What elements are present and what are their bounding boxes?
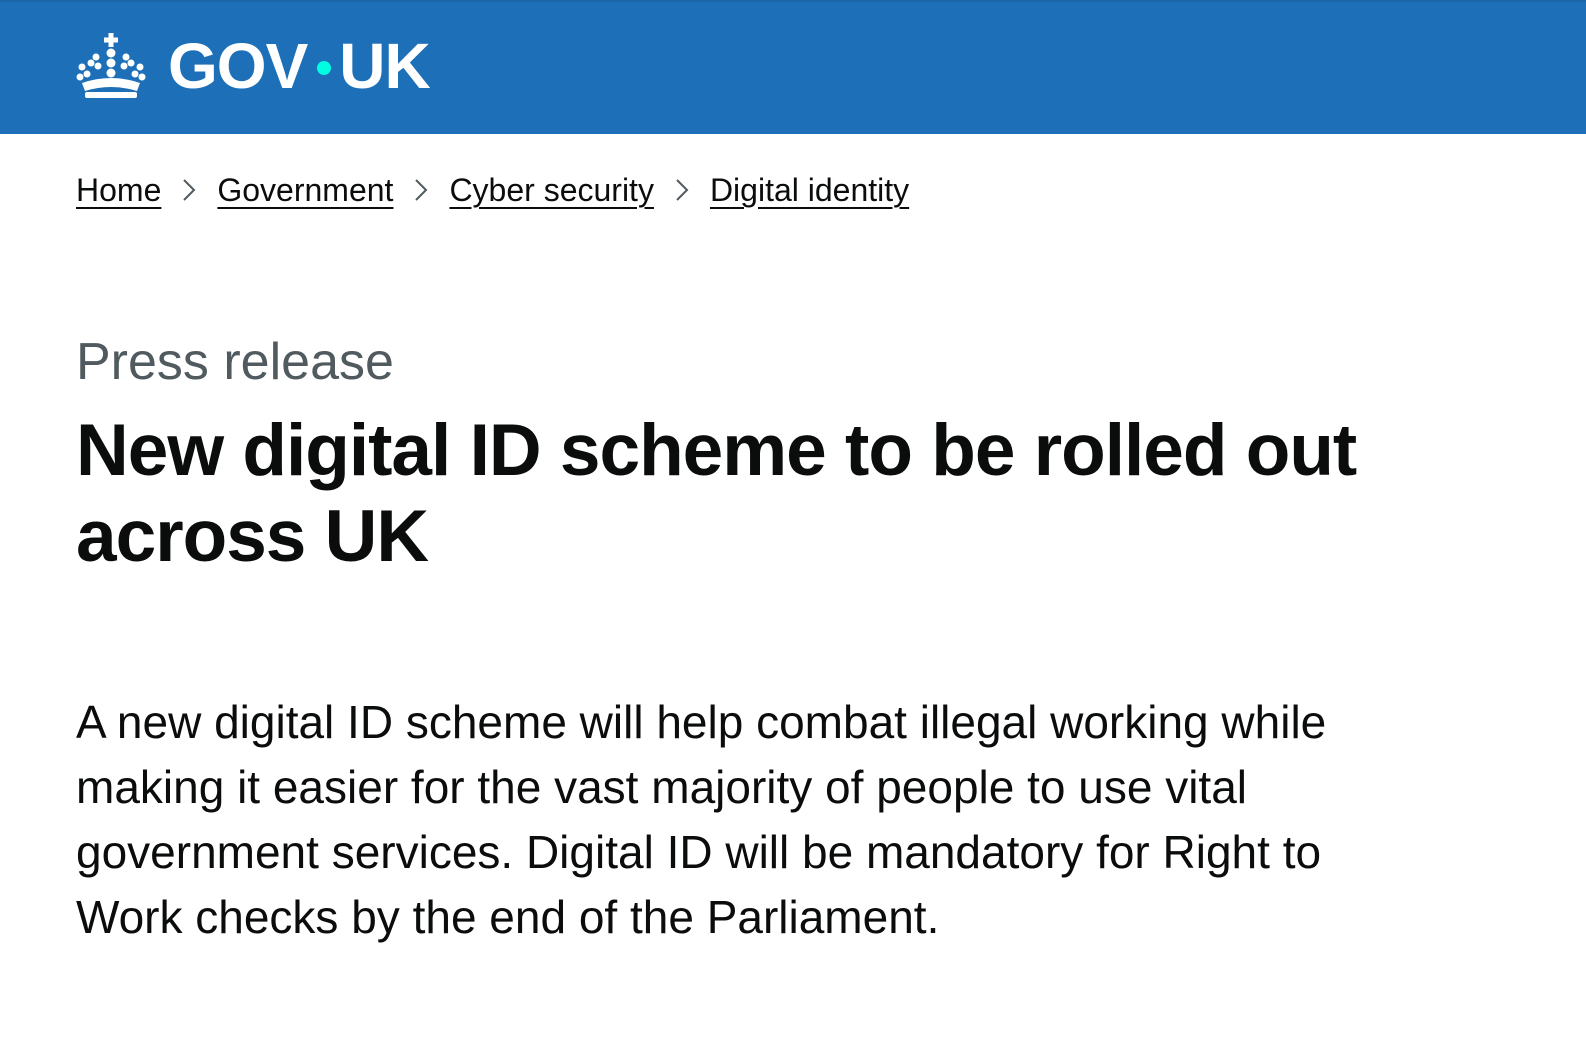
logo-dot bbox=[317, 61, 332, 75]
chevron-right-icon bbox=[161, 178, 217, 202]
breadcrumb-government[interactable]: Government bbox=[217, 166, 393, 214]
logo-text-gov: GOV bbox=[168, 30, 308, 102]
chevron-right-icon bbox=[654, 178, 710, 202]
chevron-right-icon bbox=[393, 178, 449, 202]
page-title: New digital ID scheme to be rolled out a… bbox=[76, 410, 1357, 577]
breadcrumb-digital-identity[interactable]: Digital identity bbox=[710, 166, 909, 214]
logo-text-uk: UK bbox=[339, 30, 430, 102]
crown-icon bbox=[76, 33, 146, 98]
lead-paragraph: A new digital ID scheme will help combat… bbox=[76, 696, 1327, 943]
site-header: GOV UK bbox=[0, 0, 1586, 134]
document-type-caption: Press release bbox=[76, 333, 394, 391]
breadcrumb: Home Government Cyber security Digital i… bbox=[76, 166, 909, 214]
breadcrumb-home[interactable]: Home bbox=[76, 166, 161, 214]
govuk-wordmark: GOV UK bbox=[168, 30, 431, 102]
breadcrumb-cyber-security[interactable]: Cyber security bbox=[449, 166, 654, 214]
govuk-logo-link[interactable]: GOV UK bbox=[76, 30, 431, 102]
